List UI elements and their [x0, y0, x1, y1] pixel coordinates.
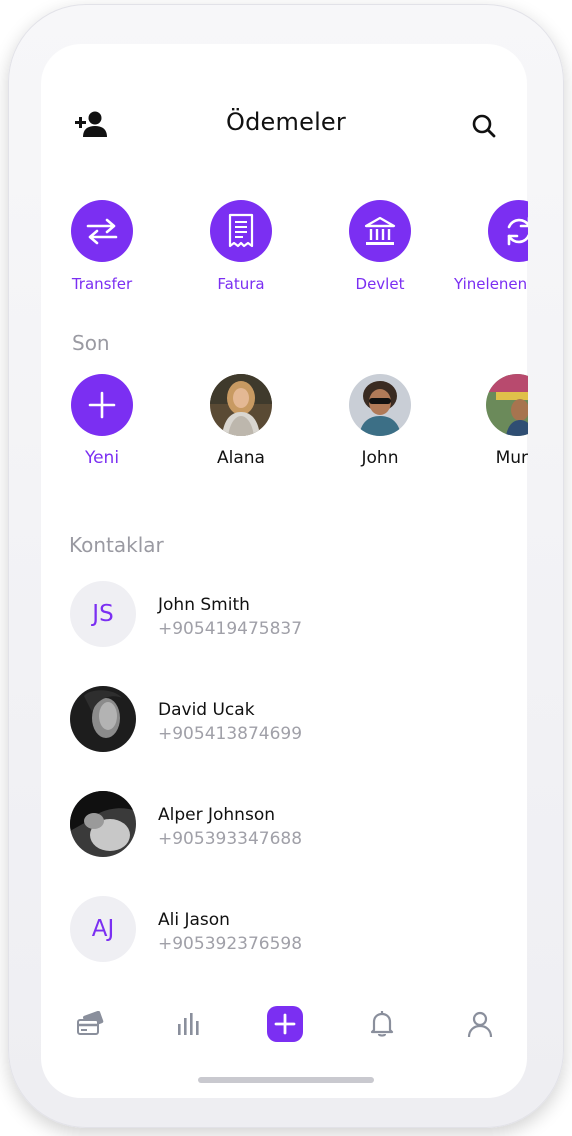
recent-clip: Mura — [486, 370, 528, 480]
contact-name: David Ucak — [158, 700, 255, 720]
plus-icon — [267, 1006, 303, 1042]
bell-icon — [370, 1011, 394, 1037]
quick-action-circle — [210, 200, 272, 262]
contact-row[interactable]: Alper Johnson +905393347688 — [70, 791, 510, 859]
recent-contact-alana[interactable]: Alana — [186, 374, 296, 468]
avatar — [349, 374, 411, 436]
contact-name: John Smith — [158, 595, 250, 615]
plus-icon — [88, 391, 116, 419]
avatar: JS — [70, 581, 136, 647]
quick-action-circle — [349, 200, 411, 262]
avatar-photo — [70, 791, 136, 857]
recent-section-title: Son — [72, 331, 110, 355]
search-icon — [472, 114, 496, 138]
quick-action-clip: Yinelenen — [450, 190, 528, 310]
avatar-photo — [210, 374, 272, 436]
cards-icon — [77, 1011, 104, 1035]
contact-name: Ali Jason — [158, 910, 230, 930]
stats-icon — [178, 1013, 199, 1035]
repeat-icon — [507, 217, 528, 246]
avatar — [486, 374, 528, 436]
bank-icon — [364, 216, 396, 245]
recent-name: Mura — [495, 448, 528, 468]
avatar: AJ — [70, 896, 136, 962]
quick-action-transfer[interactable]: Transfer — [47, 200, 157, 293]
contact-phone: +905392376598 — [158, 934, 303, 954]
avatar — [70, 686, 136, 752]
receipt-icon — [228, 213, 254, 248]
recent-contact-john[interactable]: John — [325, 374, 435, 468]
search-button[interactable] — [470, 112, 498, 140]
recent-new-button[interactable]: Yeni — [47, 374, 157, 468]
quick-action-fatura[interactable]: Fatura — [186, 200, 296, 293]
recent-contact-mura[interactable]: Mura — [486, 374, 528, 468]
tab-profile[interactable] — [460, 1004, 500, 1044]
quick-action-label: Devlet — [355, 275, 405, 293]
recent-name: John — [361, 448, 399, 468]
avatar-photo — [486, 374, 528, 436]
avatar — [210, 374, 272, 436]
avatar-photo — [349, 374, 411, 436]
tab-cards[interactable] — [70, 1004, 110, 1044]
profile-icon — [467, 1011, 493, 1038]
avatar — [70, 791, 136, 857]
quick-action-label: Transfer — [71, 275, 133, 293]
contact-row[interactable]: JS John Smith +905419475837 — [70, 581, 510, 649]
quick-action-circle — [488, 200, 528, 262]
quick-action-yinelenen[interactable]: Yinelenen — [450, 200, 528, 293]
quick-action-label: Yinelenen — [454, 275, 528, 293]
contact-phone: +905413874699 — [158, 724, 303, 744]
quick-action-circle — [71, 200, 133, 262]
home-indicator — [198, 1077, 374, 1083]
contact-row[interactable]: AJ Ali Jason +905392376598 — [70, 896, 510, 964]
contact-phone: +905393347688 — [158, 829, 303, 849]
quick-action-devlet[interactable]: Devlet — [325, 200, 435, 293]
contacts-section-title: Kontaklar — [69, 533, 164, 557]
swap-arrows-icon — [86, 218, 118, 245]
recent-name: Yeni — [84, 448, 120, 468]
quick-action-label: Fatura — [217, 275, 265, 293]
contact-name: Alper Johnson — [158, 805, 275, 825]
contact-phone: +905419475837 — [158, 619, 303, 639]
tab-notifications[interactable] — [362, 1004, 402, 1044]
new-contact-circle — [71, 374, 133, 436]
tab-add-button[interactable] — [265, 1004, 305, 1044]
recent-name: Alana — [217, 448, 265, 468]
tab-stats[interactable] — [168, 1004, 208, 1044]
avatar-photo — [70, 686, 136, 752]
contact-row[interactable]: David Ucak +905413874699 — [70, 686, 510, 754]
